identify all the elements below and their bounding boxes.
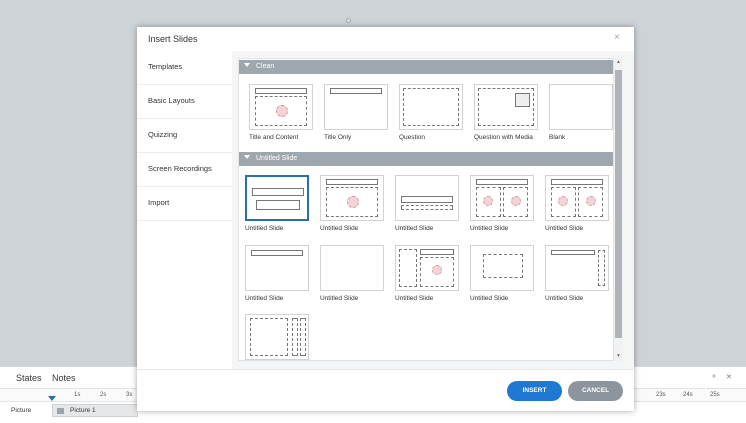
layout-label: Untitled Slide [320,225,359,232]
title-placeholder [420,249,454,255]
layout-label: Question with Media [474,134,533,141]
image-placeholder-icon [432,265,442,275]
layout-thumb-untitled-slide-11[interactable] [245,314,309,360]
layout-label: Question [399,134,426,141]
tab-states[interactable]: States [16,373,42,383]
ruler-tick-label: 1s [74,392,81,398]
title-placeholder [330,88,382,94]
title-placeholder [551,250,595,255]
layout-thumb-untitled-slide-10[interactable] [545,245,609,291]
section-title: Untitled Slide [256,155,298,162]
layout-label: Untitled Slide [245,295,284,302]
layout-label: Blank [549,134,566,141]
sidebar-item-basic-layouts[interactable]: Basic Layouts [137,85,232,119]
image-placeholder-icon [483,196,493,206]
layout-label: Untitled Slide [395,295,434,302]
title-placeholder [551,179,603,185]
insert-button[interactable]: INSERT [507,381,562,401]
track-label: Picture [11,407,32,414]
media-placeholder [515,93,530,107]
section-header-untitled-slide[interactable]: Untitled Slide [239,152,613,166]
ruler-tick-label: 24s [683,392,693,398]
insert-slides-dialog: Insert Slides × Templates Basic Layouts … [137,27,634,411]
collapse-icon[interactable]: « [712,373,716,380]
layout-label: Untitled Slide [245,225,284,232]
title-placeholder [326,179,378,185]
title-placeholder [251,250,303,256]
dialog-footer: INSERT CANCEL [137,369,634,411]
layout-thumb-untitled-slide-9[interactable] [470,245,534,291]
image-placeholder-icon [511,196,521,206]
layout-thumb-untitled-slide-8[interactable] [395,245,459,291]
image-placeholder-icon [347,196,359,208]
subtitle-placeholder [256,200,300,210]
playhead-icon[interactable] [48,396,56,401]
layouts-content: Clean Title and Content Title Only Quest… [232,51,634,369]
close-icon[interactable]: × [614,32,620,43]
layout-thumb-untitled-slide-2[interactable] [320,175,384,221]
layout-label: Untitled Slide [320,295,359,302]
image-placeholder-icon [276,105,288,117]
layout-thumb-blank[interactable] [549,84,613,130]
layout-thumb-question-with-media[interactable] [474,84,538,130]
section-header-clean[interactable]: Clean [239,60,613,74]
image-placeholder-icon [558,196,568,206]
ruler-tick-label: 2s [100,392,107,398]
sidebar-placeholder [399,249,417,287]
layout-label: Untitled Slide [470,225,509,232]
title-placeholder [255,88,307,94]
layouts-panel: Clean Title and Content Title Only Quest… [238,58,614,361]
layout-label: Untitled Slide [545,225,584,232]
layout-thumb-untitled-slide-4[interactable] [470,175,534,221]
triangle-down-icon [244,155,250,159]
picture-icon [57,408,64,414]
layout-thumb-title-only[interactable] [324,84,388,130]
layout-thumb-title-and-content[interactable] [249,84,313,130]
image-placeholder-icon [586,196,596,206]
layout-label: Untitled Slide [545,295,584,302]
tab-notes[interactable]: Notes [52,373,76,383]
subtitle-placeholder [401,205,453,210]
close-timeline-icon[interactable]: ✕ [726,373,732,381]
layouts-scrollbar[interactable]: ▲ ▼ [614,58,623,361]
title-placeholder [476,179,528,185]
sidebar-item-templates[interactable]: Templates [137,51,232,85]
side-placeholder [292,318,298,356]
side-placeholder [598,250,605,286]
content-placeholder [250,318,288,356]
dialog-sidebar: Templates Basic Layouts Quizzing Screen … [137,51,232,369]
cancel-button[interactable]: CANCEL [568,381,623,401]
scroll-down-icon[interactable]: ▼ [614,352,623,361]
section-title: Clean [256,63,275,70]
ruler-tick-label: 3s [126,392,133,398]
layout-label: Untitled Slide [395,225,434,232]
layout-thumb-untitled-slide-1[interactable] [245,175,309,221]
layout-thumb-untitled-slide-6[interactable] [245,245,309,291]
layout-thumb-untitled-slide-3[interactable] [395,175,459,221]
question-placeholder [403,88,459,126]
scroll-up-icon[interactable]: ▲ [614,58,623,67]
side-placeholder [300,318,306,356]
track-item-label: Picture 1 [70,407,96,414]
sidebar-item-screen-recordings[interactable]: Screen Recordings [137,153,232,187]
sidebar-item-import[interactable]: Import [137,187,232,221]
stage-handle-icon [346,18,351,23]
timeline-track-item[interactable]: Picture 1 [52,404,138,417]
content-placeholder [483,254,523,278]
layout-thumb-untitled-slide-7[interactable] [320,245,384,291]
layout-label: Untitled Slide [470,295,509,302]
dialog-title: Insert Slides [148,34,198,44]
triangle-down-icon [244,63,250,67]
sidebar-item-quizzing[interactable]: Quizzing [137,119,232,153]
ruler-tick-label: 23s [656,392,666,398]
layout-label: Title and Content [249,134,299,141]
layout-thumb-question[interactable] [399,84,463,130]
layout-thumb-untitled-slide-5[interactable] [545,175,609,221]
layout-label: Title Only [324,134,352,141]
scrollbar-thumb[interactable] [615,70,622,338]
title-placeholder [401,196,453,203]
title-placeholder [252,188,304,196]
ruler-tick-label: 25s [710,392,720,398]
